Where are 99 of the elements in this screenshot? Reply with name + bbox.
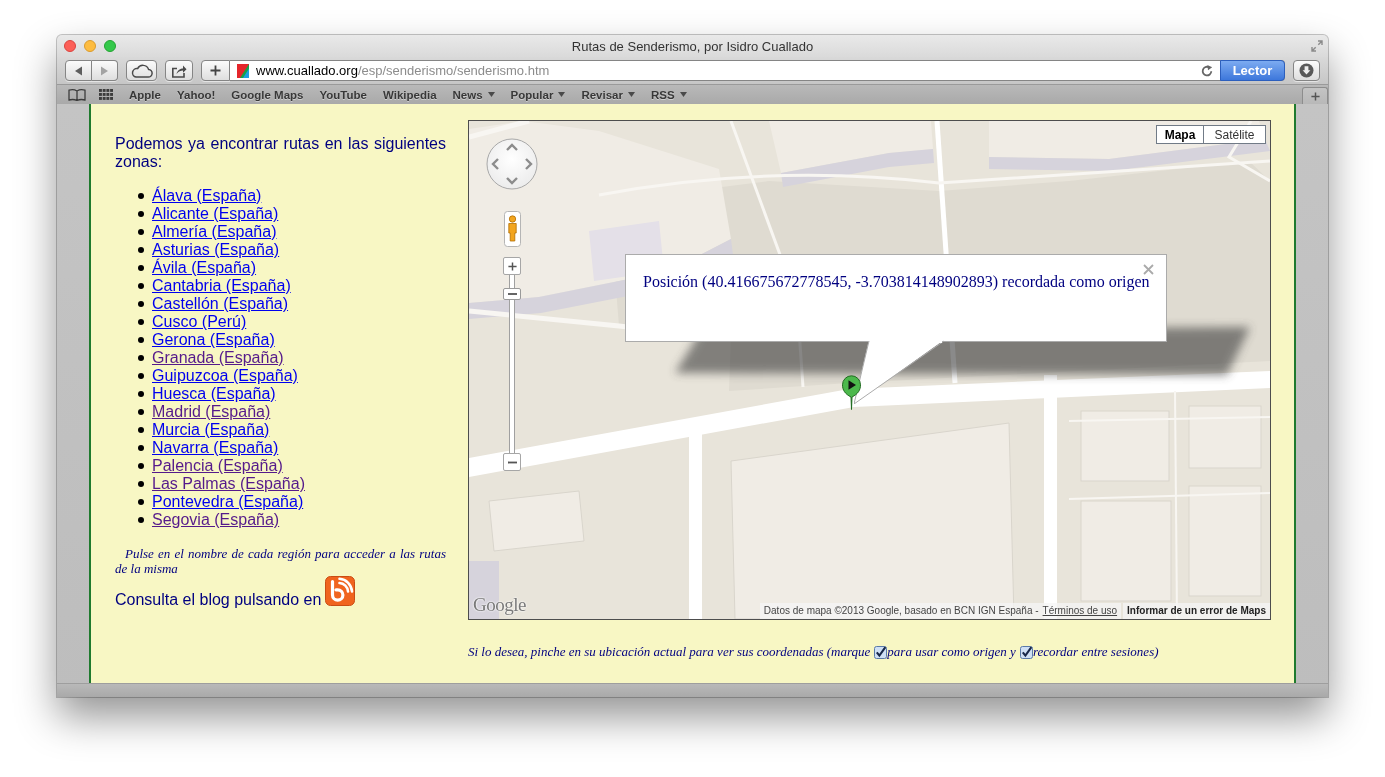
plus-icon [507,261,517,271]
bookmark-link[interactable]: Wikipedia [383,88,437,101]
bullet-icon [138,517,144,523]
instruction-text: para usar como origen y [887,644,1016,660]
bullet-icon [138,463,144,469]
region-link[interactable]: Huesca (España) [152,385,276,403]
region-link[interactable]: Castellón (España) [152,295,289,313]
back-button[interactable] [65,60,92,81]
book-icon[interactable] [68,88,86,101]
bullet-icon [138,427,144,433]
region-link[interactable]: Almería (España) [152,223,277,241]
bullet-icon [138,499,144,505]
site-icon [237,63,249,78]
intro-text: Podemos ya encontrar rutas en las siguientes zonas: [115,135,446,171]
map-marker-icon[interactable] [842,375,861,410]
map-logo: Google [473,594,526,616]
bullet-icon [138,229,144,235]
bookmark-link[interactable]: Google Maps [231,88,304,101]
bullet-icon [138,247,144,253]
caret-icon [628,92,635,97]
bullet-icon [138,283,144,289]
region-link[interactable]: Pontevedra (España) [152,493,304,511]
bullet-icon [138,211,144,217]
instruction-text: Si lo desea, pinche en su ubicación actual para ver sus coordenadas (marque [468,644,871,660]
street [469,121,530,140]
region-link[interactable]: Cusco (Perú) [152,313,247,331]
downloads-button[interactable] [1293,60,1320,81]
add-button[interactable] [201,60,230,81]
region-link[interactable]: Granada (España) [152,349,284,367]
info-window-text: Posición (40.416675672778545, -3.703814148902893) recordada como origen [643,273,1150,290]
region-link[interactable]: Cantabria (España) [152,277,291,295]
cloud-button[interactable] [126,60,157,81]
caret-icon [679,92,687,97]
checkbox[interactable] [1019,645,1033,659]
region-link[interactable]: Madrid (España) [152,403,271,421]
bullet-icon [138,301,144,307]
pan-control[interactable] [486,138,538,190]
bullet-icon [138,373,144,379]
bullet-icon [138,265,144,271]
map-type-button[interactable]: Satélite [1204,125,1266,144]
cloud-icon [130,63,153,78]
bookmark-link[interactable]: Apple [129,88,161,101]
bookmark-link[interactable]: Yahoo! [176,88,216,101]
region-link[interactable]: Las Palmas (España) [152,475,305,493]
bullet-icon [138,481,144,487]
back-arrow-icon [74,65,83,76]
person-icon[interactable] [504,211,521,247]
report-link[interactable]: Informar de un error de Maps [1123,603,1270,619]
caret-icon [558,92,566,97]
region-link[interactable]: Alicante (España) [152,205,279,223]
region-link[interactable]: Palencia (España) [152,457,283,475]
minus-icon [507,460,517,464]
checkbox[interactable] [874,645,888,659]
share-button[interactable] [165,60,193,81]
region-link[interactable]: Ávila (España) [152,259,257,277]
map-view[interactable]: Mapa Satélite Posición (40.416675672778545, -3.703814148902893) recordada como origen Google Datos de mapa ©2013 Google, basado en BCN IGN España - Términos de uso Informar de un error de Maps [468,120,1271,620]
download-icon [1299,63,1314,78]
bookmark-menu[interactable]: Popular [510,88,566,101]
bullet-icon [138,193,144,199]
bookmark-menu[interactable]: News [452,88,495,101]
blog-text: Consulta el blog pulsando en [115,591,322,609]
bullet-icon [138,319,144,325]
region-link[interactable]: Gerona (España) [152,331,275,349]
new-tab-button[interactable] [1302,87,1328,104]
bullet-icon [138,391,144,397]
url-text: www.cuallado.org/esp/senderismo/senderismo.htm [256,63,550,78]
region-link[interactable]: Guipuzcoa (España) [152,367,298,385]
zoom-out-button[interactable] [503,453,521,471]
grid-icon[interactable] [99,89,113,100]
instruction-text: recordar entre sesiones) [1032,644,1159,660]
close-icon[interactable] [64,40,76,52]
bullet-icon [138,337,144,343]
hint-text: Pulse en el nombre de cada región para acceder a las rutas de la misma [115,546,446,576]
zoom-in-button[interactable] [503,257,521,275]
share-icon [171,63,187,78]
region-link[interactable]: Asturias (España) [152,241,280,259]
region-link[interactable]: Navarra (España) [152,439,279,457]
map-type-button[interactable]: Mapa [1156,125,1204,144]
region-link[interactable]: Álava (España) [152,187,262,205]
fullscreen-icon[interactable] [1311,40,1323,52]
bookmark-menu[interactable]: Revisar [581,88,635,101]
bullet-icon [138,355,144,361]
region-link[interactable]: Segovia (España) [152,511,280,529]
caret-icon [487,92,495,97]
plus-icon [1310,91,1320,101]
forward-arrow-icon [100,65,109,76]
zoom-slider-thumb[interactable] [503,288,521,301]
attribution-text: Datos de mapa ©2013 Google, basado en BCN IGN España - Términos de uso [759,603,1122,619]
region-link[interactable]: Murcia (España) [152,421,270,439]
plus-icon [210,65,221,76]
reload-icon[interactable] [1201,64,1213,77]
terms-link[interactable]: Términos de uso [1042,605,1118,616]
bullet-icon [138,445,144,451]
bullet-icon [138,409,144,415]
window-title: Rutas de Senderismo, por Isidro Cuallado [571,38,814,54]
address-field[interactable]: www.cuallado.org/esp/senderismo/senderismo.htm Lector [230,60,1285,81]
bookmark-link[interactable]: YouTube [319,88,367,101]
blog-icon[interactable] [325,576,356,606]
bookmark-menu[interactable]: RSS [651,88,687,101]
